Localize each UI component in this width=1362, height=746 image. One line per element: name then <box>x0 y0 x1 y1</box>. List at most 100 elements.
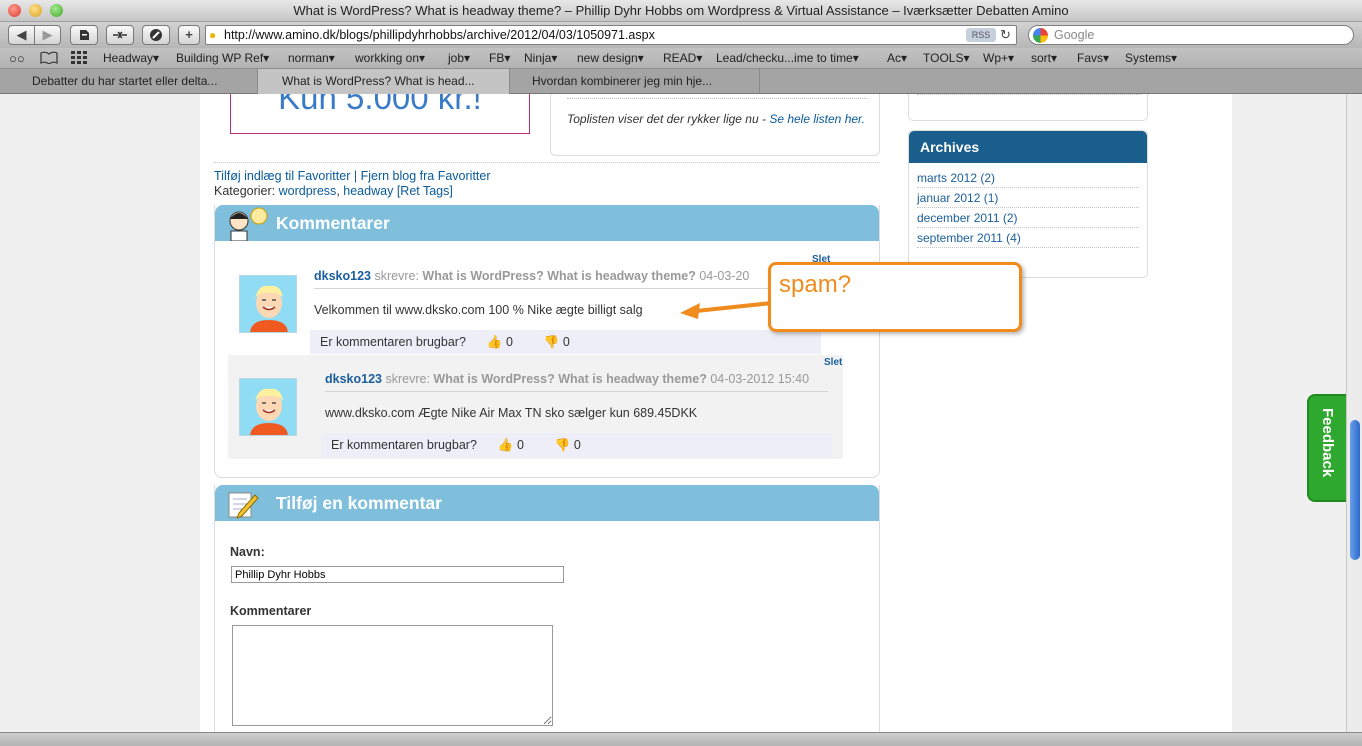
forward-button[interactable]: ▶ <box>34 25 61 45</box>
edit-tags-link[interactable]: [Ret Tags] <box>397 184 453 198</box>
scrollbar-thumb[interactable] <box>1350 420 1360 560</box>
delete-comment-link[interactable]: Slet <box>824 357 842 368</box>
name-label: Navn: <box>230 545 265 559</box>
add-comment-header: Tilføj en kommentar <box>215 485 879 521</box>
thumbs-up-icon[interactable]: 👍 <box>498 438 514 452</box>
bookmark-folder[interactable]: READ▾ <box>663 51 702 66</box>
category-link[interactable]: wordpress <box>279 184 337 198</box>
archive-link[interactable]: december 2011 (2) <box>917 208 1139 228</box>
vertical-scrollbar[interactable] <box>1346 94 1362 732</box>
down-count: 0 <box>573 438 581 452</box>
evernote-icon[interactable] <box>70 25 98 45</box>
pen-tool-icon[interactable] <box>142 25 170 45</box>
banner-ad[interactable]: Kun 5.000 kr.! <box>230 94 530 134</box>
tab-hvordan[interactable]: Hvordan kombinerer jeg min hje... <box>510 69 760 94</box>
bookmark-folder[interactable]: Lead/checku...ime to time▾ <box>716 51 859 66</box>
bookmark-folder[interactable]: Building WP Ref▾ <box>176 51 269 66</box>
google-icon <box>1033 28 1048 43</box>
remove-favorite-link[interactable]: Fjern blog fra Favoritter <box>361 169 491 183</box>
callout-text: spam? <box>779 271 852 298</box>
minimize-window-button[interactable] <box>29 4 42 17</box>
tab-wordpress[interactable]: What is WordPress? What is head... <box>258 69 510 94</box>
archive-link[interactable]: september 2011 (4) <box>917 228 1139 248</box>
bookmark-folder[interactable]: Headway▾ <box>103 51 159 66</box>
archives-widget: Archives marts 2012 (2) januar 2012 (1) … <box>908 130 1148 278</box>
bookmark-folder[interactable]: Ninja▾ <box>524 51 557 66</box>
thumbs-down-icon[interactable]: 👎 <box>555 438 571 452</box>
comment-meta: dksko123 skrevre: What is WordPress? Wha… <box>325 372 828 392</box>
archive-link[interactable]: marts 2012 (2) <box>917 168 1139 188</box>
category-link[interactable]: headway <box>343 184 393 198</box>
search-field[interactable]: Google <box>1028 25 1354 45</box>
vote-bar: Er kommentaren brugbar? 👍 0 👎 0 <box>310 330 821 354</box>
up-count: 0 <box>516 438 524 452</box>
vote-question: Er kommentaren brugbar? <box>331 438 477 452</box>
separator: | <box>353 169 358 183</box>
window-title: What is WordPress? What is headway theme… <box>293 3 1069 18</box>
status-bar <box>0 732 1362 746</box>
pencil-note-icon <box>227 489 259 531</box>
comment-author-link[interactable]: dksko123 <box>325 372 382 386</box>
tab-bar: Debatter du har startet eller delta... W… <box>0 69 1362 94</box>
bookmark-folder[interactable]: norman▾ <box>288 51 335 66</box>
vote-bar: Er kommentaren brugbar? 👍 0 👎 0 <box>321 433 832 457</box>
comment-date: 04-03-20 <box>699 269 750 283</box>
window-titlebar: What is WordPress? What is headway theme… <box>0 0 1362 22</box>
archives-title: Archives <box>909 131 1147 163</box>
comments-header: Kommentarer <box>215 205 879 242</box>
lightbulb-icon: ● <box>209 28 217 42</box>
comment-textarea[interactable] <box>232 625 553 726</box>
toplist-link[interactable]: Se hele listen her. <box>769 112 865 126</box>
bookmarks-book-icon[interactable] <box>40 51 58 66</box>
thumbs-down-icon[interactable]: 👎 <box>544 335 560 349</box>
comment-date: 04-03-2012 15:40 <box>710 372 810 386</box>
back-button[interactable]: ◀ <box>8 25 35 45</box>
tab-label: Hvordan kombinerer jeg min hje... <box>532 74 713 88</box>
annotation-callout: spam? <box>768 262 1022 332</box>
annotation-arrow <box>680 301 773 319</box>
bookmark-folder[interactable]: workking on▾ <box>355 51 425 66</box>
bookmark-folder[interactable]: Ac▾ <box>887 51 907 66</box>
post-title: What is WordPress? What is headway theme… <box>422 269 696 283</box>
archive-link[interactable]: januar 2012 (1) <box>917 188 1139 208</box>
page-body: Kun 5.000 kr.! Toplisten viser det der r… <box>200 94 1232 732</box>
avatar <box>239 378 297 436</box>
zoom-window-button[interactable] <box>50 4 63 17</box>
bookmark-folder[interactable]: Wp+▾ <box>983 51 1014 66</box>
categories-label: Kategorier: <box>214 184 276 198</box>
bookmark-folder[interactable]: Systems▾ <box>1125 51 1177 66</box>
browser-toolbar: ◀ ▶ + ● http://www.amino.dk/blogs/philli… <box>0 22 1362 48</box>
bookmark-folder[interactable]: FB▾ <box>489 51 510 66</box>
reload-icon[interactable]: ↻ <box>1000 26 1011 44</box>
share-icon[interactable] <box>106 25 134 45</box>
feedback-tab[interactable]: Feedback <box>1307 394 1346 502</box>
comment-label: Kommentarer <box>230 604 312 618</box>
bookmark-folder[interactable]: Favs▾ <box>1077 51 1109 66</box>
comment-meta: dksko123 skrevre: What is WordPress? Wha… <box>314 269 774 289</box>
reading-list-icon[interactable]: ○○ <box>9 51 25 66</box>
bookmark-folder[interactable]: sort▾ <box>1031 51 1057 66</box>
thumbs-up-icon[interactable]: 👍 <box>487 335 503 349</box>
bookmarks-bar: ○○ Headway▾ Building WP Ref▾ norman▾ wor… <box>0 48 1362 69</box>
url-field[interactable]: ● http://www.amino.dk/blogs/phillipdyhrh… <box>205 25 1017 45</box>
add-favorite-link[interactable]: Tilføj indlæg til Favoritter <box>214 169 350 183</box>
add-bookmark-button[interactable]: + <box>178 25 200 45</box>
vote-question: Er kommentaren brugbar? <box>320 335 466 349</box>
comment-author-link[interactable]: dksko123 <box>314 269 371 283</box>
name-input[interactable] <box>231 566 564 583</box>
bookmark-folder[interactable]: TOOLS▾ <box>923 51 969 66</box>
top-sites-grid-icon[interactable] <box>71 51 87 66</box>
wrote-label: skrevre: <box>385 372 430 386</box>
toplist-box: Toplisten viser det der rykker lige nu -… <box>550 94 880 156</box>
rss-button[interactable]: RSS <box>966 28 996 42</box>
bookmark-folder[interactable]: job▾ <box>448 51 470 66</box>
feedback-label: Feedback <box>1319 408 1336 478</box>
close-window-button[interactable] <box>8 4 21 17</box>
banner-text: Kun 5.000 kr.! <box>278 94 482 116</box>
down-count: 0 <box>562 335 570 349</box>
tab-debatter[interactable]: Debatter du har startet eller delta... <box>0 69 258 94</box>
toplist-text: Toplisten viser det der rykker lige nu - <box>567 112 770 126</box>
bookmark-folder[interactable]: new design▾ <box>577 51 644 66</box>
wrote-label: skrevre: <box>374 269 419 283</box>
add-comment-section: Tilføj en kommentar Navn: Kommentarer <box>214 485 880 732</box>
